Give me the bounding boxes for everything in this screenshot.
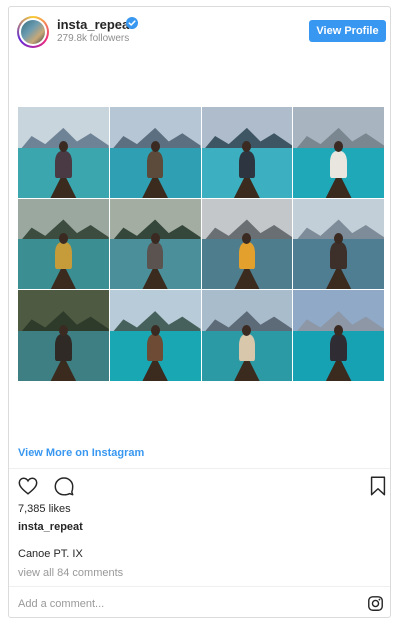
grid-photo[interactable] (201, 290, 293, 381)
photo-paddler (55, 242, 72, 270)
photo-paddler (238, 150, 256, 178)
instagram-logo-icon[interactable] (367, 595, 384, 612)
grid-photo[interactable] (293, 290, 384, 381)
likes-count[interactable]: 7,385 likes (18, 503, 71, 515)
grid-photo[interactable] (109, 198, 201, 290)
view-more-link[interactable]: View More on Instagram (18, 447, 144, 459)
grid-photo[interactable] (109, 107, 201, 198)
heart-icon[interactable] (17, 475, 39, 497)
photo-paddler-head (58, 233, 68, 244)
photo-paddler-head (150, 141, 160, 153)
comment-icon[interactable] (53, 475, 75, 497)
photo-paddler (146, 242, 164, 270)
username[interactable]: insta_repeat (57, 17, 134, 32)
grid-photo[interactable] (18, 107, 109, 198)
photo-paddler (55, 150, 72, 178)
photo-paddler-head (150, 324, 160, 336)
verified-badge-icon (126, 17, 138, 29)
photo-paddler (330, 333, 347, 362)
grid-photo[interactable] (201, 198, 293, 290)
photo-paddler-head (150, 233, 160, 244)
add-comment-input[interactable] (18, 596, 348, 612)
grid-photo[interactable] (109, 290, 201, 381)
caption-text: Canoe PT. IX (18, 548, 83, 560)
photo-paddler (146, 150, 164, 178)
bookmark-icon[interactable] (367, 475, 389, 497)
post-header: insta_repeat 279.8k followers View Profi… (9, 7, 390, 57)
grid-photo[interactable] (18, 198, 109, 290)
grid-photo[interactable] (201, 107, 293, 198)
view-comments-link[interactable]: view all 84 comments (18, 567, 123, 579)
followers-count: 279.8k followers (57, 33, 130, 44)
photo-grid[interactable] (18, 107, 384, 381)
divider (9, 468, 390, 469)
avatar-ring (19, 18, 47, 46)
photo-paddler-head (58, 324, 68, 336)
view-profile-button[interactable]: View Profile (309, 20, 386, 42)
photo-paddler-head (334, 324, 344, 336)
instagram-embed-card: insta_repeat 279.8k followers View Profi… (8, 6, 391, 618)
avatar-image (21, 20, 45, 44)
profile-avatar[interactable] (17, 16, 49, 48)
grid-photo[interactable] (293, 107, 384, 198)
photo-paddler (238, 242, 256, 270)
photo-paddler (55, 333, 72, 362)
grid-photo[interactable] (293, 198, 384, 290)
photo-paddler (330, 150, 347, 178)
caption-username[interactable]: insta_repeat (18, 521, 83, 533)
photo-paddler (330, 242, 347, 270)
divider (9, 586, 390, 587)
photo-paddler (238, 333, 256, 362)
action-bar (17, 475, 386, 499)
grid-photo[interactable] (18, 290, 109, 381)
photo-paddler (146, 333, 164, 362)
